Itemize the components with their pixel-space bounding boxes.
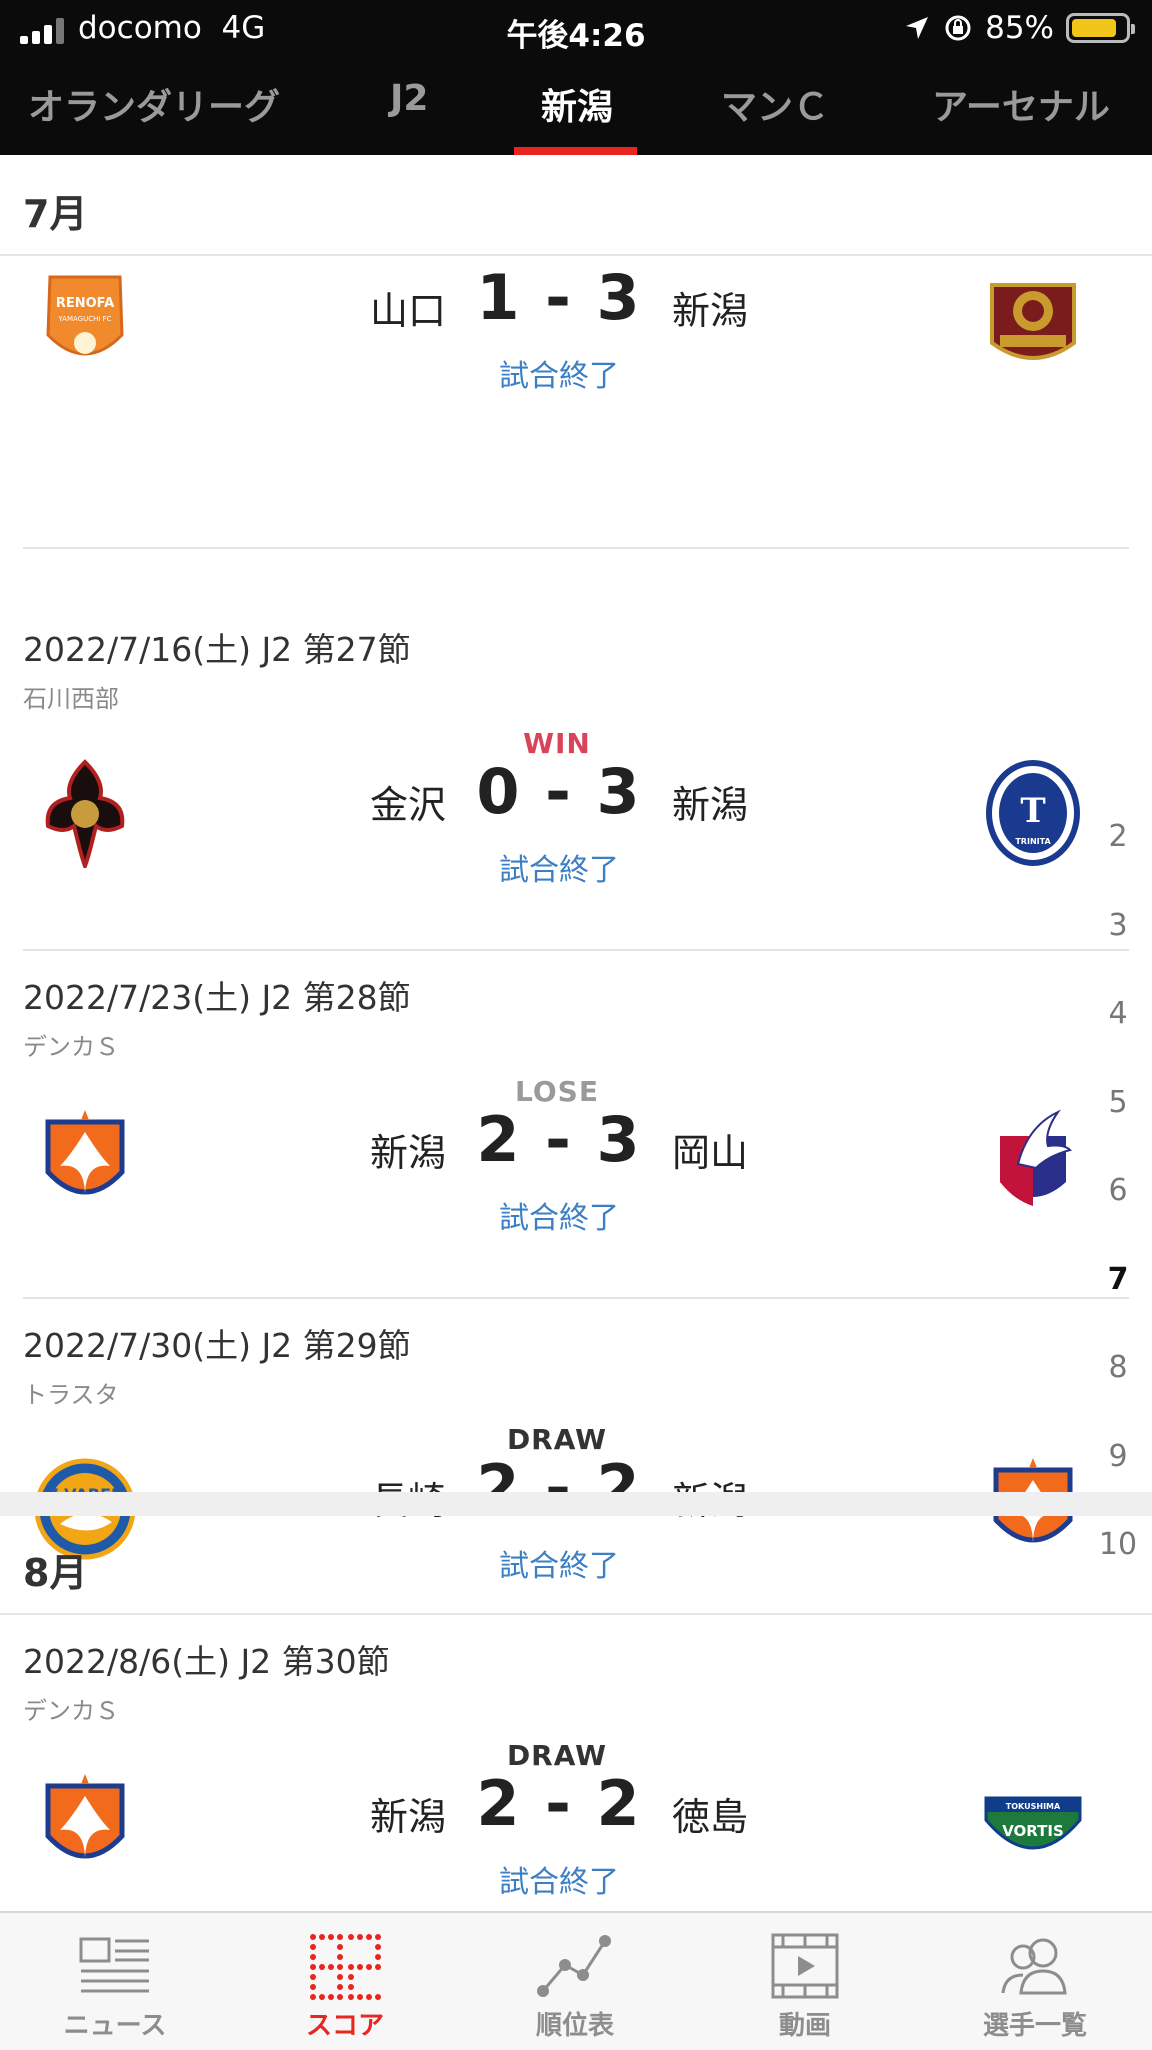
players-icon (1001, 1938, 1067, 1995)
fagiano-okayama-crest (978, 1106, 1088, 1216)
match-venue: トラスタ (23, 1381, 119, 1409)
nav-standings[interactable]: 順位表 (460, 1913, 690, 2050)
match-score: 2 - 3 (476, 1103, 642, 1176)
month-index-item[interactable]: 7 (1098, 1262, 1138, 1297)
match-status-link[interactable]: 試合終了 (0, 1857, 1118, 1901)
svg-text:TOKUSHIMA: TOKUSHIMA (1006, 1802, 1061, 1811)
nav-players[interactable]: 選手一覧 (920, 1913, 1150, 2050)
match-score: 2 - 2 (476, 1767, 642, 1840)
active-tab-indicator (514, 147, 637, 155)
month-index-item[interactable]: 8 (1098, 1350, 1138, 1385)
match-date: 2022/7/16(土) J2 第27節 (23, 630, 411, 669)
battery-percent: 85% (985, 10, 1054, 46)
month-header: 7月 (0, 155, 1152, 256)
battery-icon (1066, 13, 1135, 43)
month-index-item[interactable]: 3 (1098, 908, 1138, 943)
match-card[interactable]: 2022/7/16(土) J2 第27節 石川西部 WIN 金沢 0 - 3 新… (0, 603, 1152, 951)
svg-text:TRINITA: TRINITA (1015, 837, 1051, 846)
match-date: 2022/7/23(土) J2 第28節 (23, 978, 411, 1017)
month-header: 8月 (0, 1516, 1152, 1615)
oita-trinita-crest: T TRINITA (978, 758, 1088, 868)
month-index-item[interactable]: 6 (1098, 1173, 1138, 1208)
score-icon (310, 1934, 381, 2000)
match-divider (23, 547, 1129, 549)
match-card[interactable]: 2022/8/6(土) J2 第30節 デンカＳ DRAW 新潟 2 - 2 徳… (0, 1615, 1152, 1911)
match-date: 2022/8/6(土) J2 第30節 (23, 1642, 390, 1681)
standings-icon (537, 1935, 611, 1997)
fagiano-okayama-crest (978, 265, 1088, 375)
month-index-item[interactable]: 10 (1098, 1527, 1138, 1562)
svg-text:T: T (1020, 791, 1045, 831)
status-bar: docomo 4G 午後4:26 85% (0, 0, 1152, 60)
match-card[interactable]: 2022/7/23(土) J2 第28節 デンカＳ LOSE 新潟 2 - 3 … (0, 951, 1152, 1299)
month-index-item[interactable]: 5 (1098, 1085, 1138, 1120)
tokushima-vortis-crest: TOKUSHIMA VORTIS (978, 1770, 1088, 1880)
nav-label: スコア (305, 2011, 384, 2041)
video-icon (771, 1933, 839, 1999)
month-label: 8月 (23, 1551, 88, 1595)
month-index-item[interactable]: 4 (1098, 996, 1138, 1031)
match-status-link[interactable]: 試合終了 (0, 1193, 1118, 1237)
match-card[interactable]: RENOFA YAMAGUCHI FC 山口 1 - 3 新潟 試合終了 (0, 255, 1152, 603)
match-status-link[interactable]: 試合終了 (0, 351, 1118, 395)
tab-j2[interactable]: J2 (390, 78, 428, 119)
news-icon (79, 1937, 149, 1993)
match-date: 2022/7/30(土) J2 第29節 (23, 1326, 411, 1365)
match-venue: 石川西部 (23, 685, 119, 713)
away-team: 新潟 (672, 289, 749, 333)
month-label: 7月 (23, 192, 88, 236)
section-gap (0, 1492, 1152, 1516)
nav-label: ニュース (63, 2011, 167, 2041)
tab-niigata[interactable]: 新潟 (541, 78, 613, 130)
month-index-item[interactable]: 9 (1098, 1439, 1138, 1474)
team-tabs: オランダリーグ J2 新潟 マンＣ アーセナル (0, 62, 1152, 155)
svg-text:VORTIS: VORTIS (1002, 1822, 1064, 1840)
tab-man-city[interactable]: マンＣ (721, 78, 829, 130)
match-score: 0 - 3 (476, 755, 642, 828)
tab-eredivisie[interactable]: オランダリーグ (28, 78, 280, 130)
match-venue: デンカＳ (23, 1697, 119, 1725)
bottom-nav: ニュース スコア 順位表 動画 選手一覧 (0, 1911, 1152, 2050)
away-team: 新潟 (672, 783, 749, 827)
nav-label: 選手一覧 (982, 2011, 1087, 2041)
away-team: 岡山 (672, 1131, 749, 1175)
location-arrow-icon (906, 17, 929, 39)
nav-score[interactable]: スコア (230, 1913, 460, 2050)
match-status-link[interactable]: 試合終了 (0, 845, 1118, 889)
match-score: 1 - 3 (476, 261, 642, 334)
away-team: 徳島 (672, 1795, 749, 1839)
status-right: 85% (903, 10, 1135, 46)
schedule-list[interactable]: 7月 RENOFA YAMAGUCHI FC 山口 1 - 3 新潟 試合終了 2… (0, 155, 1152, 1911)
top-bar: docomo 4G 午後4:26 85% オランダリーグ J2 新潟 マンＣ ア… (0, 0, 1152, 155)
tab-arsenal[interactable]: アーセナル (932, 78, 1110, 130)
nav-video[interactable]: 動画 (690, 1913, 920, 2050)
orientation-lock-icon (945, 15, 971, 41)
nav-news[interactable]: ニュース (0, 1913, 230, 2050)
nav-label: 順位表 (535, 2011, 614, 2041)
match-venue: デンカＳ (23, 1033, 119, 1061)
month-index-item[interactable]: 2 (1098, 819, 1138, 854)
nav-label: 動画 (778, 2011, 831, 2041)
